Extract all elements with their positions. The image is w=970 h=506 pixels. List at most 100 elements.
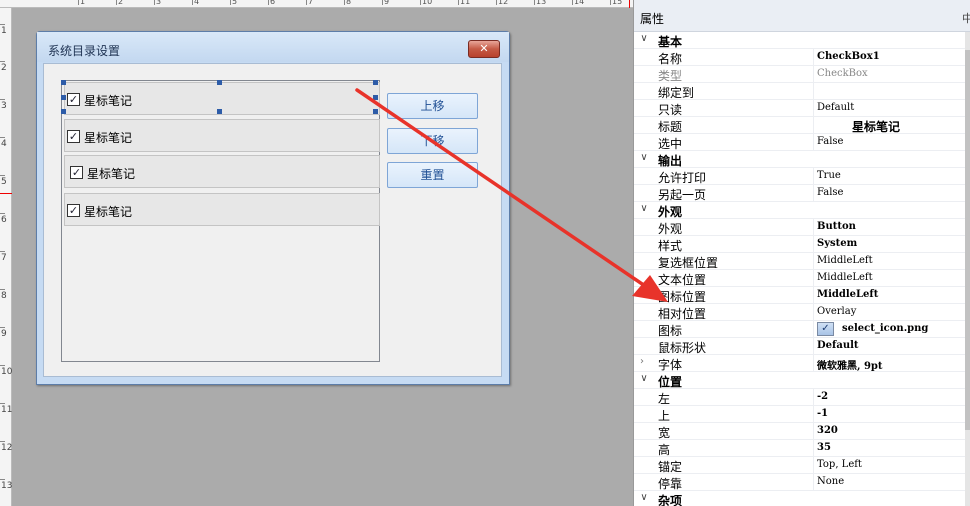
- checkbox-row-selected[interactable]: ✓ 星标笔记: [64, 82, 380, 115]
- property-value[interactable]: None: [817, 476, 844, 487]
- checkmark-icon: ✓: [817, 322, 834, 336]
- property-name: 图标位置: [658, 290, 707, 304]
- expand-icon[interactable]: ›: [640, 356, 644, 367]
- property-value[interactable]: 星标笔记: [852, 118, 900, 135]
- property-row[interactable]: 图标 ✓ select_icon.png: [634, 321, 965, 338]
- pin-icon[interactable]: 中: [962, 10, 970, 26]
- property-row[interactable]: 左 -2: [634, 389, 965, 406]
- ruler-tick: [0, 61, 5, 62]
- property-grid[interactable]: ∨ 基本 名称 CheckBox1 类型 CheckBox 绑定到 只读 Def…: [634, 32, 965, 506]
- property-value[interactable]: False: [817, 136, 843, 147]
- category-basic[interactable]: ∨ 基本: [634, 32, 965, 49]
- property-row[interactable]: 允许打印 True: [634, 168, 965, 185]
- property-value[interactable]: MiddleLeft: [817, 255, 873, 266]
- resize-handle[interactable]: [61, 80, 66, 85]
- property-name: 相对位置: [658, 307, 707, 321]
- property-row[interactable]: 文本位置 MiddleLeft: [634, 270, 965, 287]
- reset-button[interactable]: 重置: [387, 162, 478, 188]
- category-misc[interactable]: ∨ 杂项: [634, 491, 965, 506]
- resize-handle[interactable]: [61, 109, 66, 114]
- property-row[interactable]: 相对位置 Overlay: [634, 304, 965, 321]
- resize-handle[interactable]: [373, 80, 378, 85]
- ruler-label: 2: [1, 63, 7, 73]
- expand-icon[interactable]: ∨: [638, 373, 650, 384]
- property-row[interactable]: 只读 Default: [634, 100, 965, 117]
- property-value[interactable]: MiddleLeft: [817, 272, 873, 283]
- property-row[interactable]: 停靠 None: [634, 474, 965, 491]
- ruler-label: 9: [1, 329, 7, 339]
- ruler-tick: [0, 213, 5, 214]
- expand-icon[interactable]: ∨: [638, 492, 650, 503]
- property-value[interactable]: MiddleLeft: [817, 289, 878, 300]
- property-value[interactable]: Default: [817, 102, 854, 113]
- property-value[interactable]: -2: [817, 391, 828, 402]
- property-value[interactable]: 35: [817, 442, 831, 453]
- move-up-button[interactable]: 上移: [387, 93, 478, 119]
- scrollbar-thumb[interactable]: [965, 50, 970, 430]
- designer-dialog[interactable]: 系统目录设置 ✕ ✓ 星标笔记 ✓ 星标笔记 ✓ 星标笔记 ✓ 星标笔记 上移 …: [36, 31, 510, 385]
- category-appearance[interactable]: ∨ 外观: [634, 202, 965, 219]
- property-row[interactable]: 复选框位置 MiddleLeft: [634, 253, 965, 270]
- property-value[interactable]: Button: [817, 221, 856, 232]
- property-row[interactable]: 锚定 Top, Left: [634, 457, 965, 474]
- resize-handle[interactable]: [217, 80, 222, 85]
- resize-handle[interactable]: [217, 109, 222, 114]
- dialog-client-area: ✓ 星标笔记 ✓ 星标笔记 ✓ 星标笔记 ✓ 星标笔记 上移 下移 重置: [43, 63, 502, 377]
- ruler-tick: [458, 0, 459, 5]
- property-row[interactable]: 类型 CheckBox: [634, 66, 965, 83]
- property-value[interactable]: True: [817, 170, 841, 181]
- property-row[interactable]: 名称 CheckBox1: [634, 49, 965, 66]
- checkbox-row[interactable]: ✓ 星标笔记: [64, 193, 380, 226]
- property-value[interactable]: CheckBox1: [817, 51, 880, 62]
- move-down-button[interactable]: 下移: [387, 128, 478, 154]
- property-value[interactable]: Top, Left: [817, 459, 862, 470]
- property-value[interactable]: -1: [817, 408, 828, 419]
- dialog-titlebar[interactable]: 系统目录设置 ✕: [37, 32, 509, 62]
- ruler-label: 8: [346, 0, 352, 6]
- property-value[interactable]: Overlay: [817, 306, 856, 317]
- checkbox[interactable]: ✓: [70, 166, 83, 179]
- property-name: 字体: [658, 358, 683, 372]
- checkbox-row[interactable]: ✓ 星标笔记: [64, 155, 380, 188]
- property-row[interactable]: 样式 System: [634, 236, 965, 253]
- property-row[interactable]: 宽 320: [634, 423, 965, 440]
- vertical-ruler: 1 2 3 4 5 6 7 8 9 10 11 12 13: [0, 8, 12, 506]
- ruler-tick: [610, 0, 611, 5]
- property-row[interactable]: 高 35: [634, 440, 965, 457]
- resize-handle[interactable]: [373, 95, 378, 100]
- property-value[interactable]: Default: [817, 340, 859, 351]
- checkbox-list-panel[interactable]: ✓ 星标笔记 ✓ 星标笔记 ✓ 星标笔记 ✓ 星标笔记: [61, 80, 380, 362]
- property-row[interactable]: 选中 False: [634, 134, 965, 151]
- ruler-tick: [116, 0, 117, 5]
- checkbox-row[interactable]: ✓ 星标笔记: [64, 119, 380, 152]
- category-position[interactable]: ∨ 位置: [634, 372, 965, 389]
- checkbox[interactable]: ✓: [67, 93, 80, 106]
- horizontal-ruler: 1 2 3 4 5 6 7 8 9 10 11 12 13 14 15: [0, 0, 633, 8]
- property-row[interactable]: 外观 Button: [634, 219, 965, 236]
- resize-handle[interactable]: [61, 95, 66, 100]
- checkbox[interactable]: ✓: [67, 130, 80, 143]
- property-row[interactable]: › 字体 微软雅黑, 9pt: [634, 355, 965, 372]
- property-row[interactable]: 标题 星标笔记: [634, 117, 965, 134]
- ruler-label: 11: [460, 0, 471, 6]
- expand-icon[interactable]: ∨: [638, 203, 650, 214]
- property-row[interactable]: 图标位置 MiddleLeft: [634, 287, 965, 304]
- close-button[interactable]: ✕: [468, 40, 500, 58]
- resize-handle[interactable]: [373, 109, 378, 114]
- property-value[interactable]: 微软雅黑, 9pt: [817, 357, 883, 372]
- property-value[interactable]: select_icon.png: [842, 323, 928, 334]
- property-value[interactable]: 320: [817, 425, 838, 436]
- expand-icon[interactable]: ∨: [638, 33, 650, 44]
- expand-icon[interactable]: ∨: [638, 152, 650, 163]
- ruler-tick: [0, 327, 5, 328]
- property-value[interactable]: False: [817, 187, 843, 198]
- property-value[interactable]: System: [817, 238, 857, 249]
- property-row[interactable]: 绑定到: [634, 83, 965, 100]
- property-name: 绑定到: [658, 86, 695, 100]
- category-output[interactable]: ∨ 输出: [634, 151, 965, 168]
- property-row[interactable]: 另起一页 False: [634, 185, 965, 202]
- property-name: 宽: [658, 426, 671, 440]
- property-row[interactable]: 鼠标形状 Default: [634, 338, 965, 355]
- checkbox[interactable]: ✓: [67, 204, 80, 217]
- property-row[interactable]: 上 -1: [634, 406, 965, 423]
